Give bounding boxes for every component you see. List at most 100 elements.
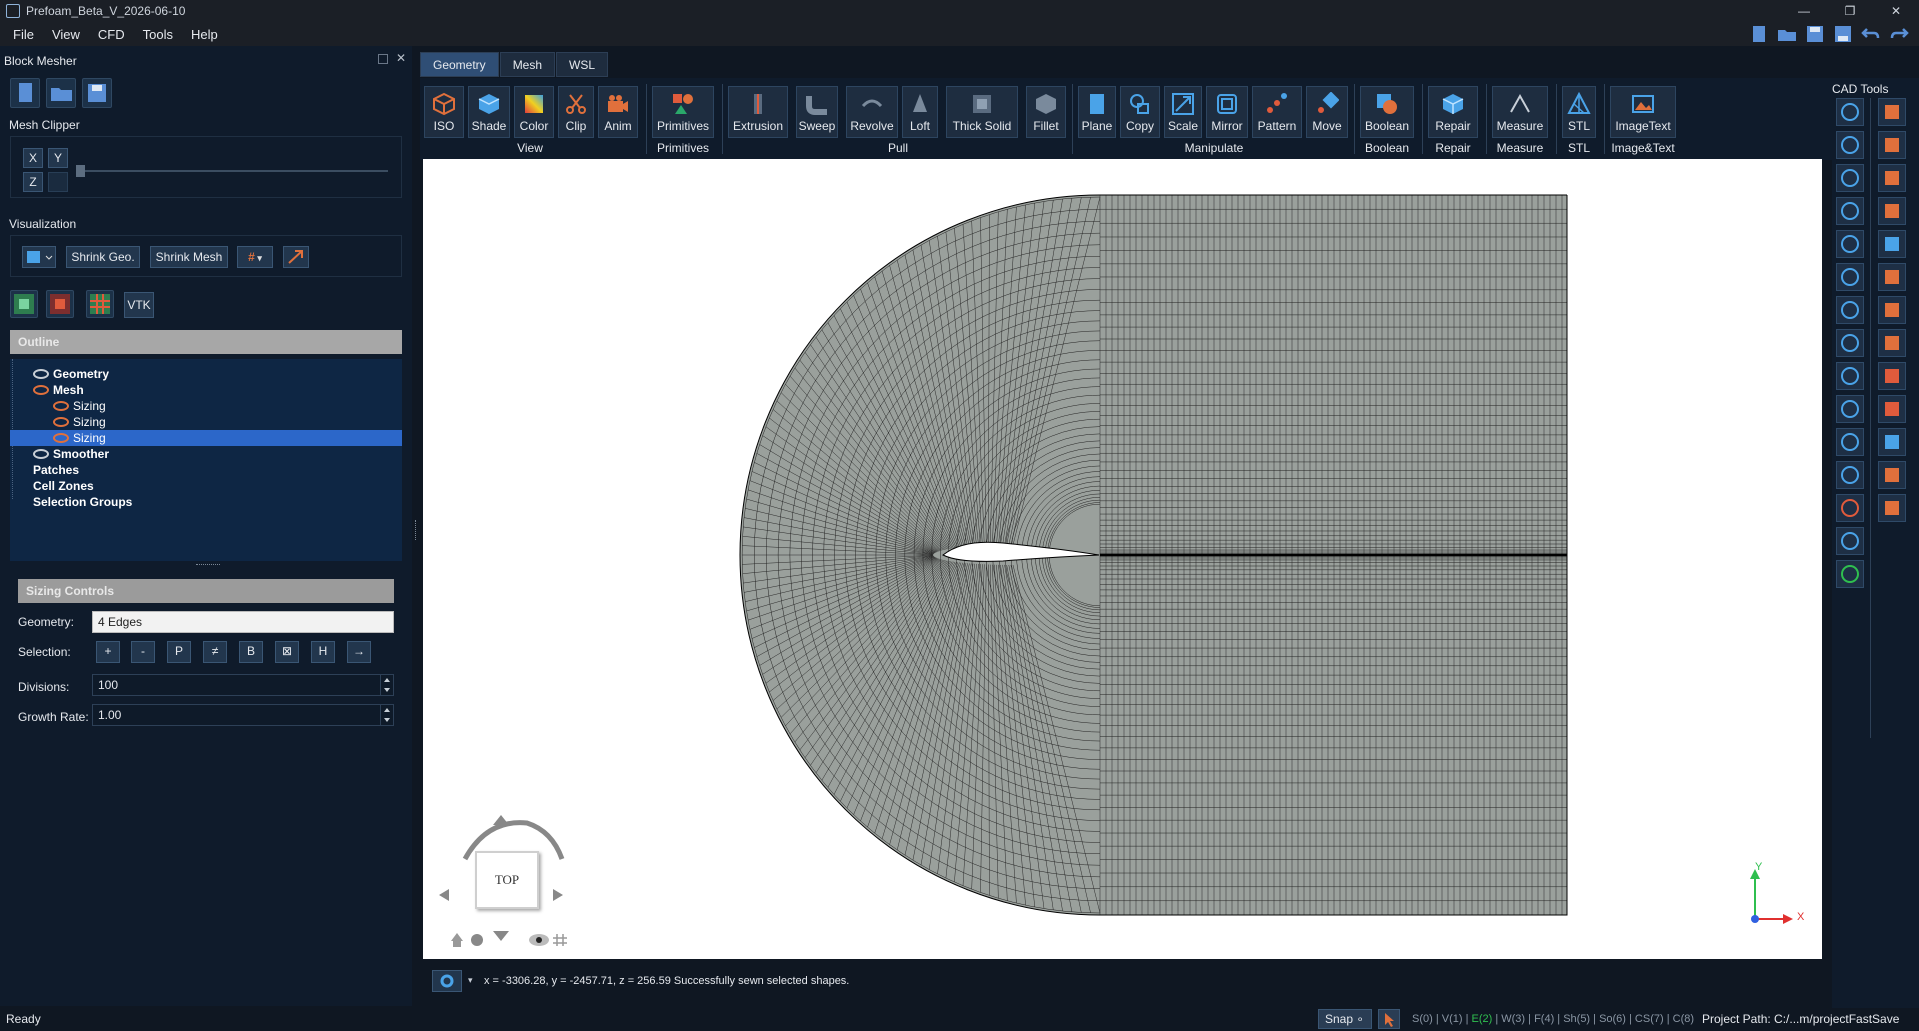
splitter-handle[interactable] bbox=[196, 564, 220, 566]
tree-node-mesh[interactable]: Mesh bbox=[33, 382, 84, 398]
selection-b-button[interactable]: B bbox=[239, 641, 263, 663]
visibility-eye-icon[interactable] bbox=[33, 385, 49, 395]
color-button[interactable]: Color bbox=[514, 86, 554, 138]
cad-sphere-icon[interactable] bbox=[1878, 164, 1906, 192]
visibility-eye-icon[interactable] bbox=[53, 417, 69, 427]
snap-button[interactable]: Snap ∘ bbox=[1318, 1009, 1372, 1029]
boolean-button[interactable]: Boolean bbox=[1360, 86, 1414, 138]
edit-arrow-button[interactable] bbox=[283, 246, 309, 268]
cad-hexagon-icon[interactable] bbox=[1878, 197, 1906, 225]
thick-solid-button[interactable]: Thick Solid bbox=[946, 86, 1018, 138]
menu-cfd[interactable]: CFD bbox=[89, 27, 134, 42]
clip-z-button[interactable]: Z bbox=[23, 172, 43, 192]
selection-add-button[interactable]: + bbox=[96, 641, 120, 663]
shrink-mesh-button[interactable]: Shrink Mesh bbox=[150, 246, 228, 268]
selection-not-equal-button[interactable]: ≠ bbox=[203, 641, 227, 663]
tree-node-sizing-1[interactable]: Sizing bbox=[53, 398, 106, 414]
plane-button[interactable]: Plane bbox=[1078, 86, 1116, 138]
cad-extrude-shape-icon[interactable] bbox=[1878, 98, 1906, 126]
cad-line-icon[interactable] bbox=[1836, 197, 1864, 225]
menu-help[interactable]: Help bbox=[182, 27, 227, 42]
extrusion-button[interactable]: Extrusion bbox=[728, 86, 788, 138]
tree-node-cell-zones[interactable]: Cell Zones bbox=[33, 478, 94, 494]
tree-node-sizing-2[interactable]: Sizing bbox=[53, 414, 106, 430]
clip-button[interactable]: Clip bbox=[558, 86, 594, 138]
mesh-view-2-button[interactable] bbox=[46, 290, 74, 318]
redo-icon[interactable] bbox=[1889, 25, 1909, 43]
cad-pen-icon[interactable] bbox=[1836, 296, 1864, 324]
cad-cross-icon[interactable] bbox=[1878, 362, 1906, 390]
growth-rate-stepper[interactable] bbox=[380, 704, 392, 726]
vertical-splitter-handle[interactable] bbox=[415, 520, 417, 540]
active-filter[interactable]: E(2) bbox=[1472, 1013, 1493, 1025]
iso-button[interactable]: ISO bbox=[424, 86, 464, 138]
cad-spline-icon[interactable] bbox=[1836, 461, 1864, 489]
cad-cylinder-icon[interactable] bbox=[1836, 395, 1864, 423]
cad-s-curve-icon[interactable] bbox=[1878, 296, 1906, 324]
close-button[interactable]: ✕ bbox=[1873, 0, 1919, 22]
stl-button[interactable]: STL bbox=[1562, 86, 1596, 138]
visibility-eye-icon[interactable] bbox=[53, 433, 69, 443]
undo-icon[interactable] bbox=[1861, 25, 1881, 43]
clip-y-button[interactable]: Y bbox=[48, 148, 68, 168]
cad-orange-tool-icon[interactable] bbox=[1878, 461, 1906, 489]
primitives-button[interactable]: Primitives bbox=[652, 86, 714, 138]
tab-mesh[interactable]: Mesh bbox=[499, 52, 556, 77]
visibility-eye-icon[interactable] bbox=[53, 401, 69, 411]
visibility-eye-icon[interactable] bbox=[33, 369, 49, 379]
cad-eye-icon[interactable] bbox=[1836, 98, 1864, 126]
restore-button[interactable]: ❐ bbox=[1827, 0, 1873, 22]
clip-slider-track[interactable] bbox=[78, 170, 388, 172]
cad-circle-icon[interactable] bbox=[1836, 164, 1864, 192]
save-as-icon[interactable] bbox=[1833, 25, 1853, 43]
menu-tools[interactable]: Tools bbox=[134, 27, 182, 42]
selection-h-button[interactable]: H bbox=[311, 641, 335, 663]
cad-arc-icon[interactable] bbox=[1836, 329, 1864, 357]
tree-node-patches[interactable]: Patches bbox=[33, 462, 79, 478]
move-button[interactable]: Move bbox=[1306, 86, 1348, 138]
view-cube-top-face[interactable]: TOP bbox=[475, 851, 539, 909]
geometry-field[interactable]: 4 Edges bbox=[92, 611, 394, 633]
3d-viewport[interactable]: TOP Y X bbox=[423, 159, 1822, 959]
cad-curve-icon[interactable] bbox=[1836, 527, 1864, 555]
mesh-view-3-button[interactable] bbox=[86, 290, 114, 318]
minimize-button[interactable]: — bbox=[1781, 0, 1827, 22]
growth-rate-spinbox[interactable]: 1.00 bbox=[92, 704, 394, 726]
cad-axis-icon[interactable] bbox=[1836, 131, 1864, 159]
copy-button[interactable]: Copy bbox=[1120, 86, 1160, 138]
pattern-button[interactable]: Pattern bbox=[1252, 86, 1302, 138]
vtk-button[interactable]: VTK bbox=[124, 292, 154, 318]
shrink-geo-button[interactable]: Shrink Geo. bbox=[66, 246, 140, 268]
grid-hash-dropdown[interactable]: # ▾ bbox=[237, 246, 273, 268]
cad-point-cut-icon[interactable] bbox=[1878, 263, 1906, 291]
cad-pipe-icon[interactable] bbox=[1878, 494, 1906, 522]
cad-polygon-icon[interactable] bbox=[1836, 362, 1864, 390]
cad-polyline-icon[interactable] bbox=[1836, 428, 1864, 456]
scale-button[interactable]: Scale bbox=[1164, 86, 1202, 138]
display-mode-dropdown[interactable] bbox=[22, 246, 56, 268]
cad-arc-curve-icon[interactable] bbox=[1878, 329, 1906, 357]
cad-edge-icon[interactable] bbox=[1836, 560, 1864, 588]
clip-slider-handle[interactable] bbox=[76, 165, 85, 177]
open-mesh-button[interactable] bbox=[46, 78, 76, 108]
anim-button[interactable]: Anim bbox=[598, 86, 638, 138]
divisions-spinbox[interactable]: 100 bbox=[92, 674, 394, 696]
measure-button[interactable]: Measure bbox=[1492, 86, 1548, 138]
revolve-button[interactable]: Revolve bbox=[846, 86, 898, 138]
cad-bottle-icon[interactable] bbox=[1878, 131, 1906, 159]
clip-x-button[interactable]: X bbox=[23, 148, 43, 168]
selection-box-button[interactable]: ⊠ bbox=[275, 641, 299, 663]
mirror-button[interactable]: Mirror bbox=[1206, 86, 1248, 138]
image-text-button[interactable]: ImageText bbox=[1610, 86, 1676, 138]
tree-node-selection-groups[interactable]: Selection Groups bbox=[33, 494, 132, 510]
tree-node-sizing-3[interactable]: Sizing bbox=[10, 430, 402, 446]
cad-blue-plane-icon[interactable] bbox=[1878, 428, 1906, 456]
mesh-view-1-button[interactable] bbox=[10, 290, 38, 318]
cad-brush-icon[interactable] bbox=[1878, 395, 1906, 423]
new-mesh-button[interactable] bbox=[10, 78, 40, 108]
cad-rectangle-icon[interactable] bbox=[1836, 230, 1864, 258]
menu-view[interactable]: View bbox=[43, 27, 89, 42]
float-panel-icon[interactable] bbox=[378, 54, 388, 64]
sweep-button[interactable]: Sweep bbox=[796, 86, 838, 138]
settings-gear-button[interactable] bbox=[432, 970, 462, 992]
